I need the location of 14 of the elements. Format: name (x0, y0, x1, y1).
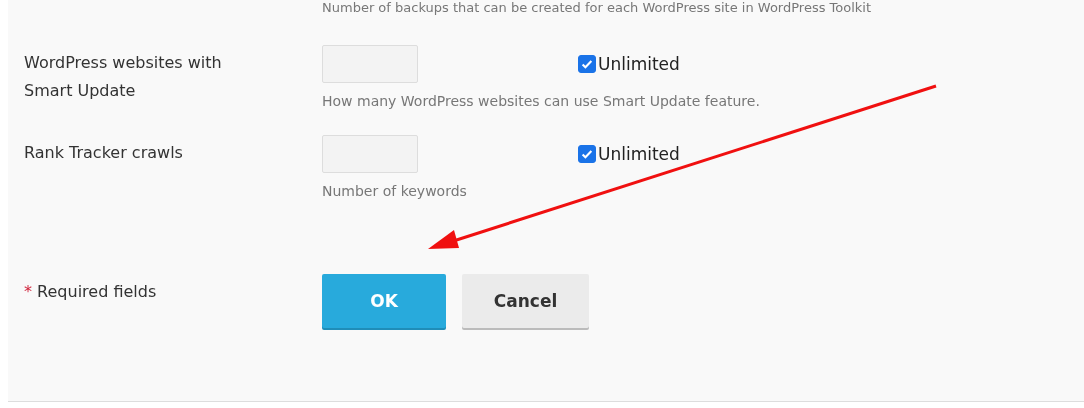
field-hint: Number of keywords (322, 183, 468, 199)
unlimited-checkbox[interactable]: Unlimited (578, 144, 680, 164)
unlimited-checkbox[interactable]: Unlimited (578, 54, 680, 74)
field-label: WordPress websites with Smart Update (24, 52, 223, 102)
field-hint: How many WordPress websites can use Smart Update feature. (322, 93, 760, 109)
cancel-button[interactable]: Cancel (462, 274, 589, 328)
checkmark-icon (580, 57, 594, 71)
required-fields-note: Required fields (37, 282, 157, 301)
required-mark: * (24, 282, 32, 301)
field-label: Rank Tracker crawls (24, 142, 184, 164)
input-field[interactable] (322, 45, 418, 83)
field-hint: Number of backups that can be created for each WordPress site in WordPress Toolkit (322, 0, 873, 15)
checkmark-icon (580, 147, 594, 161)
input-field[interactable] (322, 135, 418, 173)
